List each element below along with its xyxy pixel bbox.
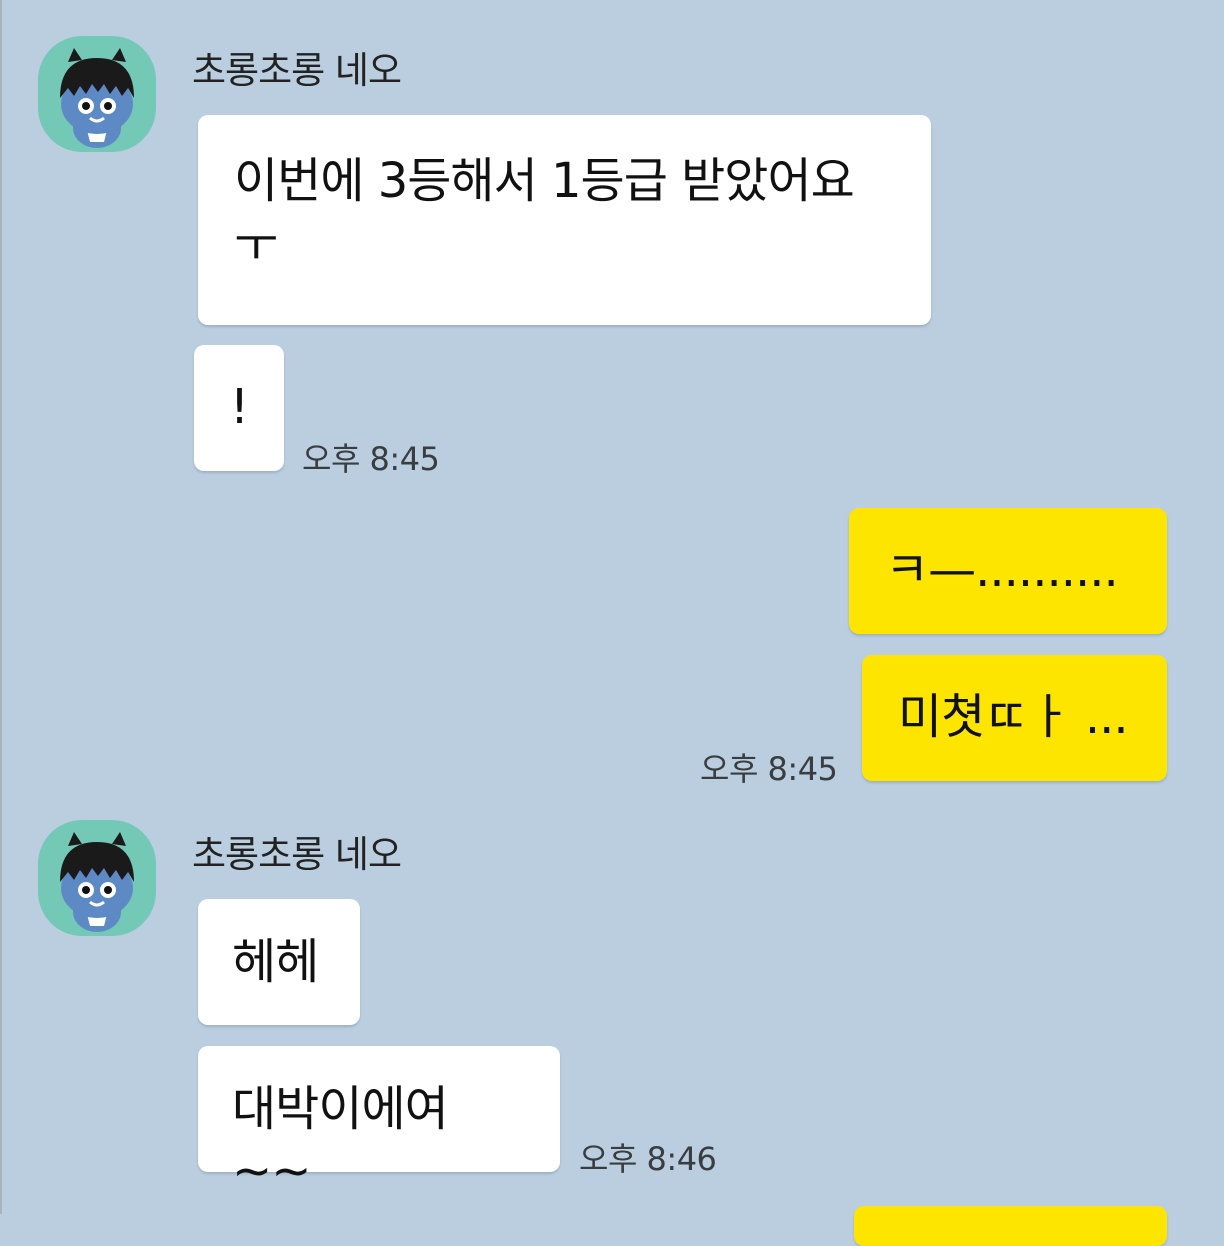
message-text: ㅋ—.......... xyxy=(885,542,1119,598)
my-message-bubble[interactable]: 미쳣ㄸㅏ ... xyxy=(862,655,1167,781)
message-text: ㅜ xyxy=(234,217,278,273)
message-timestamp: 오후 8:45 xyxy=(302,440,440,478)
message-bubble[interactable]: ! xyxy=(194,345,284,471)
message-timestamp: 오후 8:45 xyxy=(700,750,838,788)
message-text: 미쳣ㄸㅏ ... xyxy=(898,689,1129,745)
message-bubble[interactable]: 헤헤 xyxy=(198,899,360,1025)
message-bubble[interactable]: 대박이에여~~ xyxy=(198,1046,560,1199)
neo-avatar-icon xyxy=(60,832,134,932)
message-text: 이번에 3등해서 1등급 받았어요 xyxy=(234,153,855,209)
message-text: ! xyxy=(229,379,249,435)
sender-name: 초롱초롱 네오 xyxy=(192,833,402,876)
my-message-bubble[interactable]: ㅋ—.......... xyxy=(849,508,1167,634)
chat-screen: 초롱초롱 네오 이번에 3등해서 1등급 받았어요 ㅜ ! 오후 8:45 ㅋ—… xyxy=(0,0,1224,1246)
message-bubble[interactable]: 이번에 3등해서 1등급 받았어요 ㅜ xyxy=(198,115,931,325)
sender-avatar[interactable] xyxy=(38,36,156,152)
neo-avatar-icon xyxy=(60,48,134,148)
message-text: 헤헤 xyxy=(232,934,319,990)
sender-name: 초롱초롱 네오 xyxy=(192,49,402,92)
message-text: 대박이에여~~ xyxy=(232,1081,449,1199)
my-message-bubble[interactable] xyxy=(854,1206,1167,1246)
message-timestamp: 오후 8:46 xyxy=(579,1140,717,1178)
sender-avatar[interactable] xyxy=(38,820,156,936)
